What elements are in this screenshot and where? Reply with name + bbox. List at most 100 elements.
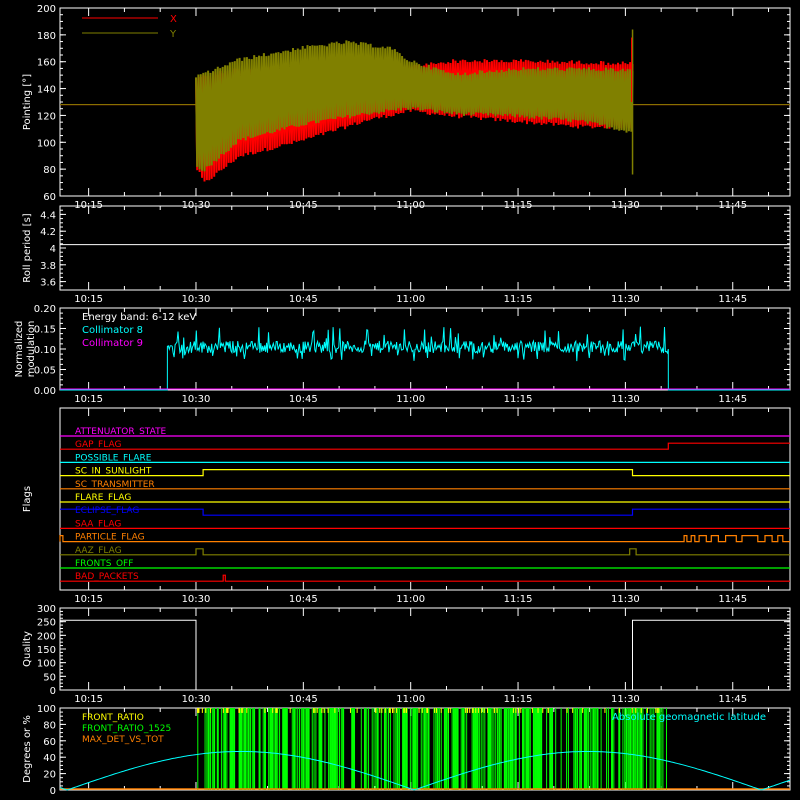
legend-label: MAX_DET_VS_TOT xyxy=(82,735,164,745)
y-axis-label-line: modulation xyxy=(26,321,37,378)
x-tick-label: 11:15 xyxy=(504,394,533,405)
flag-label: AAZ_FLAG xyxy=(75,546,122,556)
flag-label: SC_TRANSMITTER xyxy=(75,480,155,490)
x-tick-label: 11:30 xyxy=(611,294,640,305)
energy-band-annotation: Energy band: 6-12 keV xyxy=(82,312,196,323)
y-tick-label: 0.20 xyxy=(34,304,56,315)
y-tick-label: 60 xyxy=(43,192,56,203)
flag-line xyxy=(59,534,790,543)
y-tick-label: 0.15 xyxy=(34,325,56,336)
legend-label: FRONT_RATIO xyxy=(82,713,144,723)
flag-label: GAP_FLAG xyxy=(75,440,121,450)
x-tick-label: 11:15 xyxy=(504,294,533,305)
x-tick-label: 10:15 xyxy=(74,594,103,605)
x-tick-label: 11:45 xyxy=(718,694,747,705)
y-axis-label: Normalizedmodulation xyxy=(14,321,37,378)
y-tick-label: 3.6 xyxy=(40,278,56,289)
x-tick-label: 11:30 xyxy=(611,694,640,705)
flag-label: SC_IN_SUNLIGHT xyxy=(75,467,152,477)
x-tick-label: 11:00 xyxy=(396,294,425,305)
flag-label: ATTENUATOR_STATE xyxy=(75,427,167,437)
quality-line xyxy=(60,619,790,691)
flag-line xyxy=(60,574,790,582)
x-tick-label: 10:30 xyxy=(182,394,211,405)
y-tick-label: 120 xyxy=(37,111,56,122)
legend-label: Collimator 8 xyxy=(82,325,143,336)
series-line-y xyxy=(195,40,634,172)
y-tick-label: 100 xyxy=(37,659,56,670)
y-axis-label: Degrees or % xyxy=(22,715,33,783)
x-tick-label: 10:15 xyxy=(74,294,103,305)
x-tick-label: 11:15 xyxy=(504,594,533,605)
x-tick-label: 10:30 xyxy=(182,694,211,705)
x-tick-label: 10:15 xyxy=(74,394,103,405)
y-tick-label: 50 xyxy=(43,672,56,683)
flag-line xyxy=(60,469,790,477)
y-tick-label: 3.8 xyxy=(40,261,56,272)
x-tick-label: 10:45 xyxy=(289,294,318,305)
x-tick-label: 11:45 xyxy=(718,294,747,305)
y-tick-label: 0 xyxy=(50,686,56,697)
flag-line xyxy=(60,508,790,516)
flag-line xyxy=(60,548,790,556)
y-tick-label: 100 xyxy=(37,138,56,149)
flag-label: FLARE_FLAG xyxy=(75,493,131,503)
flag-line xyxy=(60,442,790,450)
y-axis-label-line: Normalized xyxy=(14,321,25,378)
y-tick-label: 80 xyxy=(43,165,56,176)
legend-label: X xyxy=(170,14,177,25)
y-tick-label: 0 xyxy=(50,786,56,797)
x-tick-label: 10:45 xyxy=(289,694,318,705)
y-tick-label: 4 xyxy=(50,244,56,255)
x-tick-label: 10:15 xyxy=(74,694,103,705)
flag-label: PARTICLE_FLAG xyxy=(75,533,145,543)
x-tick-label: 11:30 xyxy=(611,594,640,605)
x-tick-label: 10:30 xyxy=(182,294,211,305)
y-axis-label: Pointing [°] xyxy=(22,74,33,130)
geomag-legend-label: Absolute geomagnetic latitude xyxy=(612,712,766,723)
y-tick-label: 0.05 xyxy=(34,366,56,377)
y-axis-label: Roll period [s] xyxy=(22,213,33,282)
legend-label: FRONT_RATIO_1525 xyxy=(82,724,171,734)
y-tick-label: 20 xyxy=(43,770,56,781)
flag-label: FRONTS_OFF xyxy=(75,559,133,569)
x-tick-label: 11:00 xyxy=(396,694,425,705)
y-tick-label: 180 xyxy=(37,31,56,42)
y-tick-label: 250 xyxy=(37,618,56,629)
x-tick-label: 10:30 xyxy=(182,594,211,605)
flag-label: BAD_PACKETS xyxy=(75,572,139,582)
y-tick-label: 200 xyxy=(37,4,56,15)
y-tick-label: 60 xyxy=(43,737,56,748)
y-tick-label: 4.4 xyxy=(40,210,56,221)
y-tick-label: 160 xyxy=(37,58,56,69)
x-tick-label: 11:45 xyxy=(718,394,747,405)
series-line-collimator-8 xyxy=(60,326,790,391)
panel-frame xyxy=(59,205,791,291)
y-tick-label: 150 xyxy=(37,645,56,656)
x-tick-label: 11:15 xyxy=(504,694,533,705)
y-tick-label: 140 xyxy=(37,85,56,96)
y-axis-label: Flags xyxy=(22,486,33,512)
figure: 608010012014016018020010:15 10:30 10:45 11:… xyxy=(14,4,791,797)
legend-label: Y xyxy=(169,29,177,40)
y-tick-label: 40 xyxy=(43,753,56,764)
x-tick-label: 11:30 xyxy=(611,394,640,405)
panel-frame xyxy=(59,407,791,591)
y-axis-label: Quality xyxy=(22,631,33,667)
y-tick-label: 80 xyxy=(43,720,56,731)
x-tick-label: 10:45 xyxy=(289,394,318,405)
y-tick-label: 4.2 xyxy=(40,227,56,238)
x-tick-label: 11:00 xyxy=(396,594,425,605)
flag-label: POSSIBLE_FLARE xyxy=(75,453,152,463)
x-tick-label: 11:00 xyxy=(396,394,425,405)
flag-label: SAA_FLAG xyxy=(75,519,121,529)
x-tick-label: 11:45 xyxy=(718,594,747,605)
legend-label: Collimator 9 xyxy=(82,338,143,349)
y-tick-label: 100 xyxy=(37,704,56,715)
y-tick-label: 0.10 xyxy=(34,345,56,356)
y-tick-label: 300 xyxy=(37,604,56,615)
y-tick-label: 200 xyxy=(37,631,56,642)
y-tick-label: 0.00 xyxy=(34,386,56,397)
flag-label: ECLIPSE_FLAG xyxy=(75,506,139,516)
x-tick-label: 10:45 xyxy=(289,594,318,605)
